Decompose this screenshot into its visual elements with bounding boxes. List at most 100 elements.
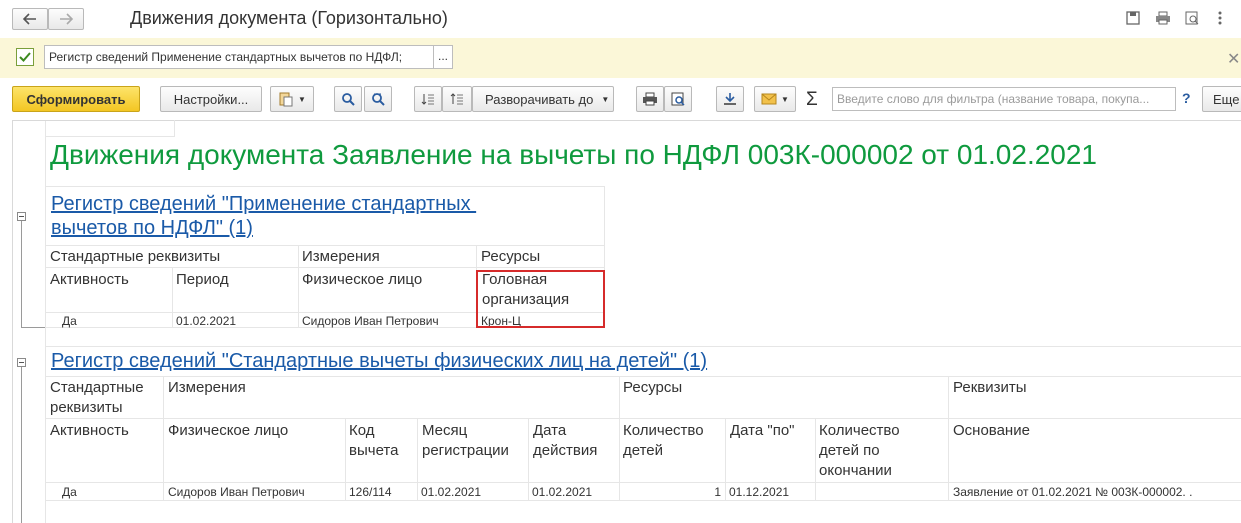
col-divider: [163, 376, 164, 500]
print-preview-button[interactable]: [664, 86, 692, 112]
row-divider: [45, 346, 1241, 347]
filter-field[interactable]: Регистр сведений Применение стандартных …: [44, 45, 434, 69]
row-divider: [45, 500, 1241, 501]
report-title: Движения документа Заявление на вычеты п…: [50, 139, 1098, 170]
r2-cell-date-to: 01.12.2021: [729, 485, 790, 499]
r2-col-date: Дата действия: [533, 422, 598, 459]
register2-title[interactable]: Регистр сведений "Стандартные вычеты физ…: [51, 349, 707, 373]
r2-group-standard: Стандартные реквизиты: [50, 379, 144, 416]
r2-col-basis: Основание: [953, 422, 1030, 439]
outline-line: [45, 120, 46, 523]
search-input[interactable]: Введите слово для фильтра (название това…: [832, 87, 1176, 111]
filter-value: Регистр сведений Применение стандартных …: [49, 50, 403, 64]
arrow-left-icon: [23, 13, 36, 25]
print-button[interactable]: [636, 86, 664, 112]
outline-line: [12, 120, 13, 523]
r2-group-attributes: Реквизиты: [953, 379, 1027, 396]
sum-icon[interactable]: Σ: [806, 89, 818, 111]
r1-group-resources: Ресурсы: [481, 248, 541, 265]
more-button[interactable]: Еще: [1202, 86, 1241, 112]
r1-col-period: Период: [176, 271, 229, 288]
search-next-icon: [372, 93, 385, 106]
arrow-right-icon: [60, 13, 73, 25]
preview-icon[interactable]: [1185, 11, 1199, 25]
expand-icon: [450, 93, 463, 105]
preview-icon: [671, 92, 685, 106]
report-area: Движения документа Заявление на вычеты п…: [0, 120, 1241, 523]
col-divider: [528, 418, 529, 500]
col-divider: [345, 418, 346, 500]
title-bar: Движения документа (Горизонтально): [0, 0, 1241, 38]
more-vertical-icon[interactable]: [1216, 10, 1224, 26]
send-email-button[interactable]: ▼: [754, 86, 796, 112]
top-border: [12, 120, 1241, 121]
back-button[interactable]: [12, 8, 48, 30]
generate-button[interactable]: Сформировать: [12, 86, 140, 112]
r2-col-date-to: Дата "по": [730, 422, 795, 439]
collapse-group-icon[interactable]: [17, 212, 26, 221]
filter-more-button[interactable]: ...: [433, 45, 453, 69]
r2-col-month: Месяц регистрации: [422, 422, 509, 459]
window-title: Движения документа (Горизонтально): [130, 8, 448, 28]
save-file-button[interactable]: [716, 86, 744, 112]
toolbar: Сформировать Настройки... ▼ Разворачиват…: [0, 78, 1241, 120]
r1-cell-activity: Да: [62, 314, 77, 328]
row-divider: [45, 245, 605, 246]
row-divider: [45, 376, 1241, 377]
settings-button[interactable]: Настройки...: [160, 86, 262, 112]
row-divider: [45, 482, 1241, 483]
forward-button[interactable]: [48, 8, 84, 30]
filter-close-icon[interactable]: ✕: [1227, 49, 1240, 69]
r1-cell-period: 01.02.2021: [176, 314, 237, 328]
collapse-icon: [421, 94, 434, 105]
r1-col-person: Физическое лицо: [302, 271, 423, 288]
row-divider: [45, 136, 175, 137]
expand-all-button[interactable]: [442, 86, 472, 112]
collapse-group-icon[interactable]: [17, 358, 26, 367]
filter-checkbox[interactable]: [16, 48, 34, 66]
download-icon: [724, 93, 736, 105]
register1-title-line1[interactable]: Регистр сведений "Применение стандартных: [51, 193, 476, 215]
highlight-box: [476, 270, 605, 328]
search-icon: [342, 93, 355, 106]
r2-col-children-end: Количество детей по окончании: [819, 422, 900, 479]
col-divider: [174, 120, 175, 136]
register1-title[interactable]: Регистр сведений "Применение стандартных…: [51, 192, 476, 240]
row-divider: [45, 186, 605, 187]
expand-to-label: Разворачивать до: [485, 91, 594, 107]
r1-group-standard: Стандартные реквизиты: [50, 248, 221, 265]
r2-cell-activity: Да: [62, 485, 77, 499]
r2-cell-month: 01.02.2021: [421, 485, 482, 499]
save-icon[interactable]: [1126, 11, 1140, 25]
col-divider: [417, 418, 418, 500]
col-divider: [948, 376, 949, 500]
r2-cell-basis: Заявление от 01.02.2021 № 003К-000002. .: [953, 485, 1193, 499]
variants-button[interactable]: ▼: [270, 86, 314, 112]
r2-col-person: Физическое лицо: [168, 422, 289, 439]
filter-bar: Регистр сведений Применение стандартных …: [0, 38, 1241, 78]
col-divider: [172, 267, 173, 327]
clipboard-icon: [279, 92, 293, 107]
col-divider: [815, 418, 816, 500]
row-divider: [45, 418, 1241, 419]
print-icon[interactable]: [1155, 11, 1171, 25]
expand-to-button[interactable]: Разворачивать до ▼: [472, 86, 614, 112]
col-divider: [298, 245, 299, 327]
register1-title-line2[interactable]: вычетов по НДФЛ" (1): [51, 217, 253, 239]
r2-group-resources: Ресурсы: [623, 379, 683, 396]
r2-col-children: Количество детей: [623, 422, 704, 459]
col-divider: [619, 376, 620, 500]
r1-col-activity: Активность: [50, 271, 129, 288]
r2-cell-date: 01.02.2021: [532, 485, 593, 499]
find-button[interactable]: [334, 86, 362, 112]
r2-cell-children: 1: [714, 485, 721, 499]
help-button[interactable]: ?: [1182, 90, 1191, 106]
r1-cell-person: Сидоров Иван Петрович: [302, 314, 439, 328]
row-divider: [45, 267, 605, 268]
r2-cell-person: Сидоров Иван Петрович: [168, 485, 305, 499]
group-bracket: [21, 221, 22, 327]
collapse-all-button[interactable]: [414, 86, 442, 112]
dropdown-arrow-icon: ▼: [781, 94, 789, 104]
find-next-button[interactable]: [364, 86, 392, 112]
r2-cell-code: 126/114: [349, 485, 392, 499]
